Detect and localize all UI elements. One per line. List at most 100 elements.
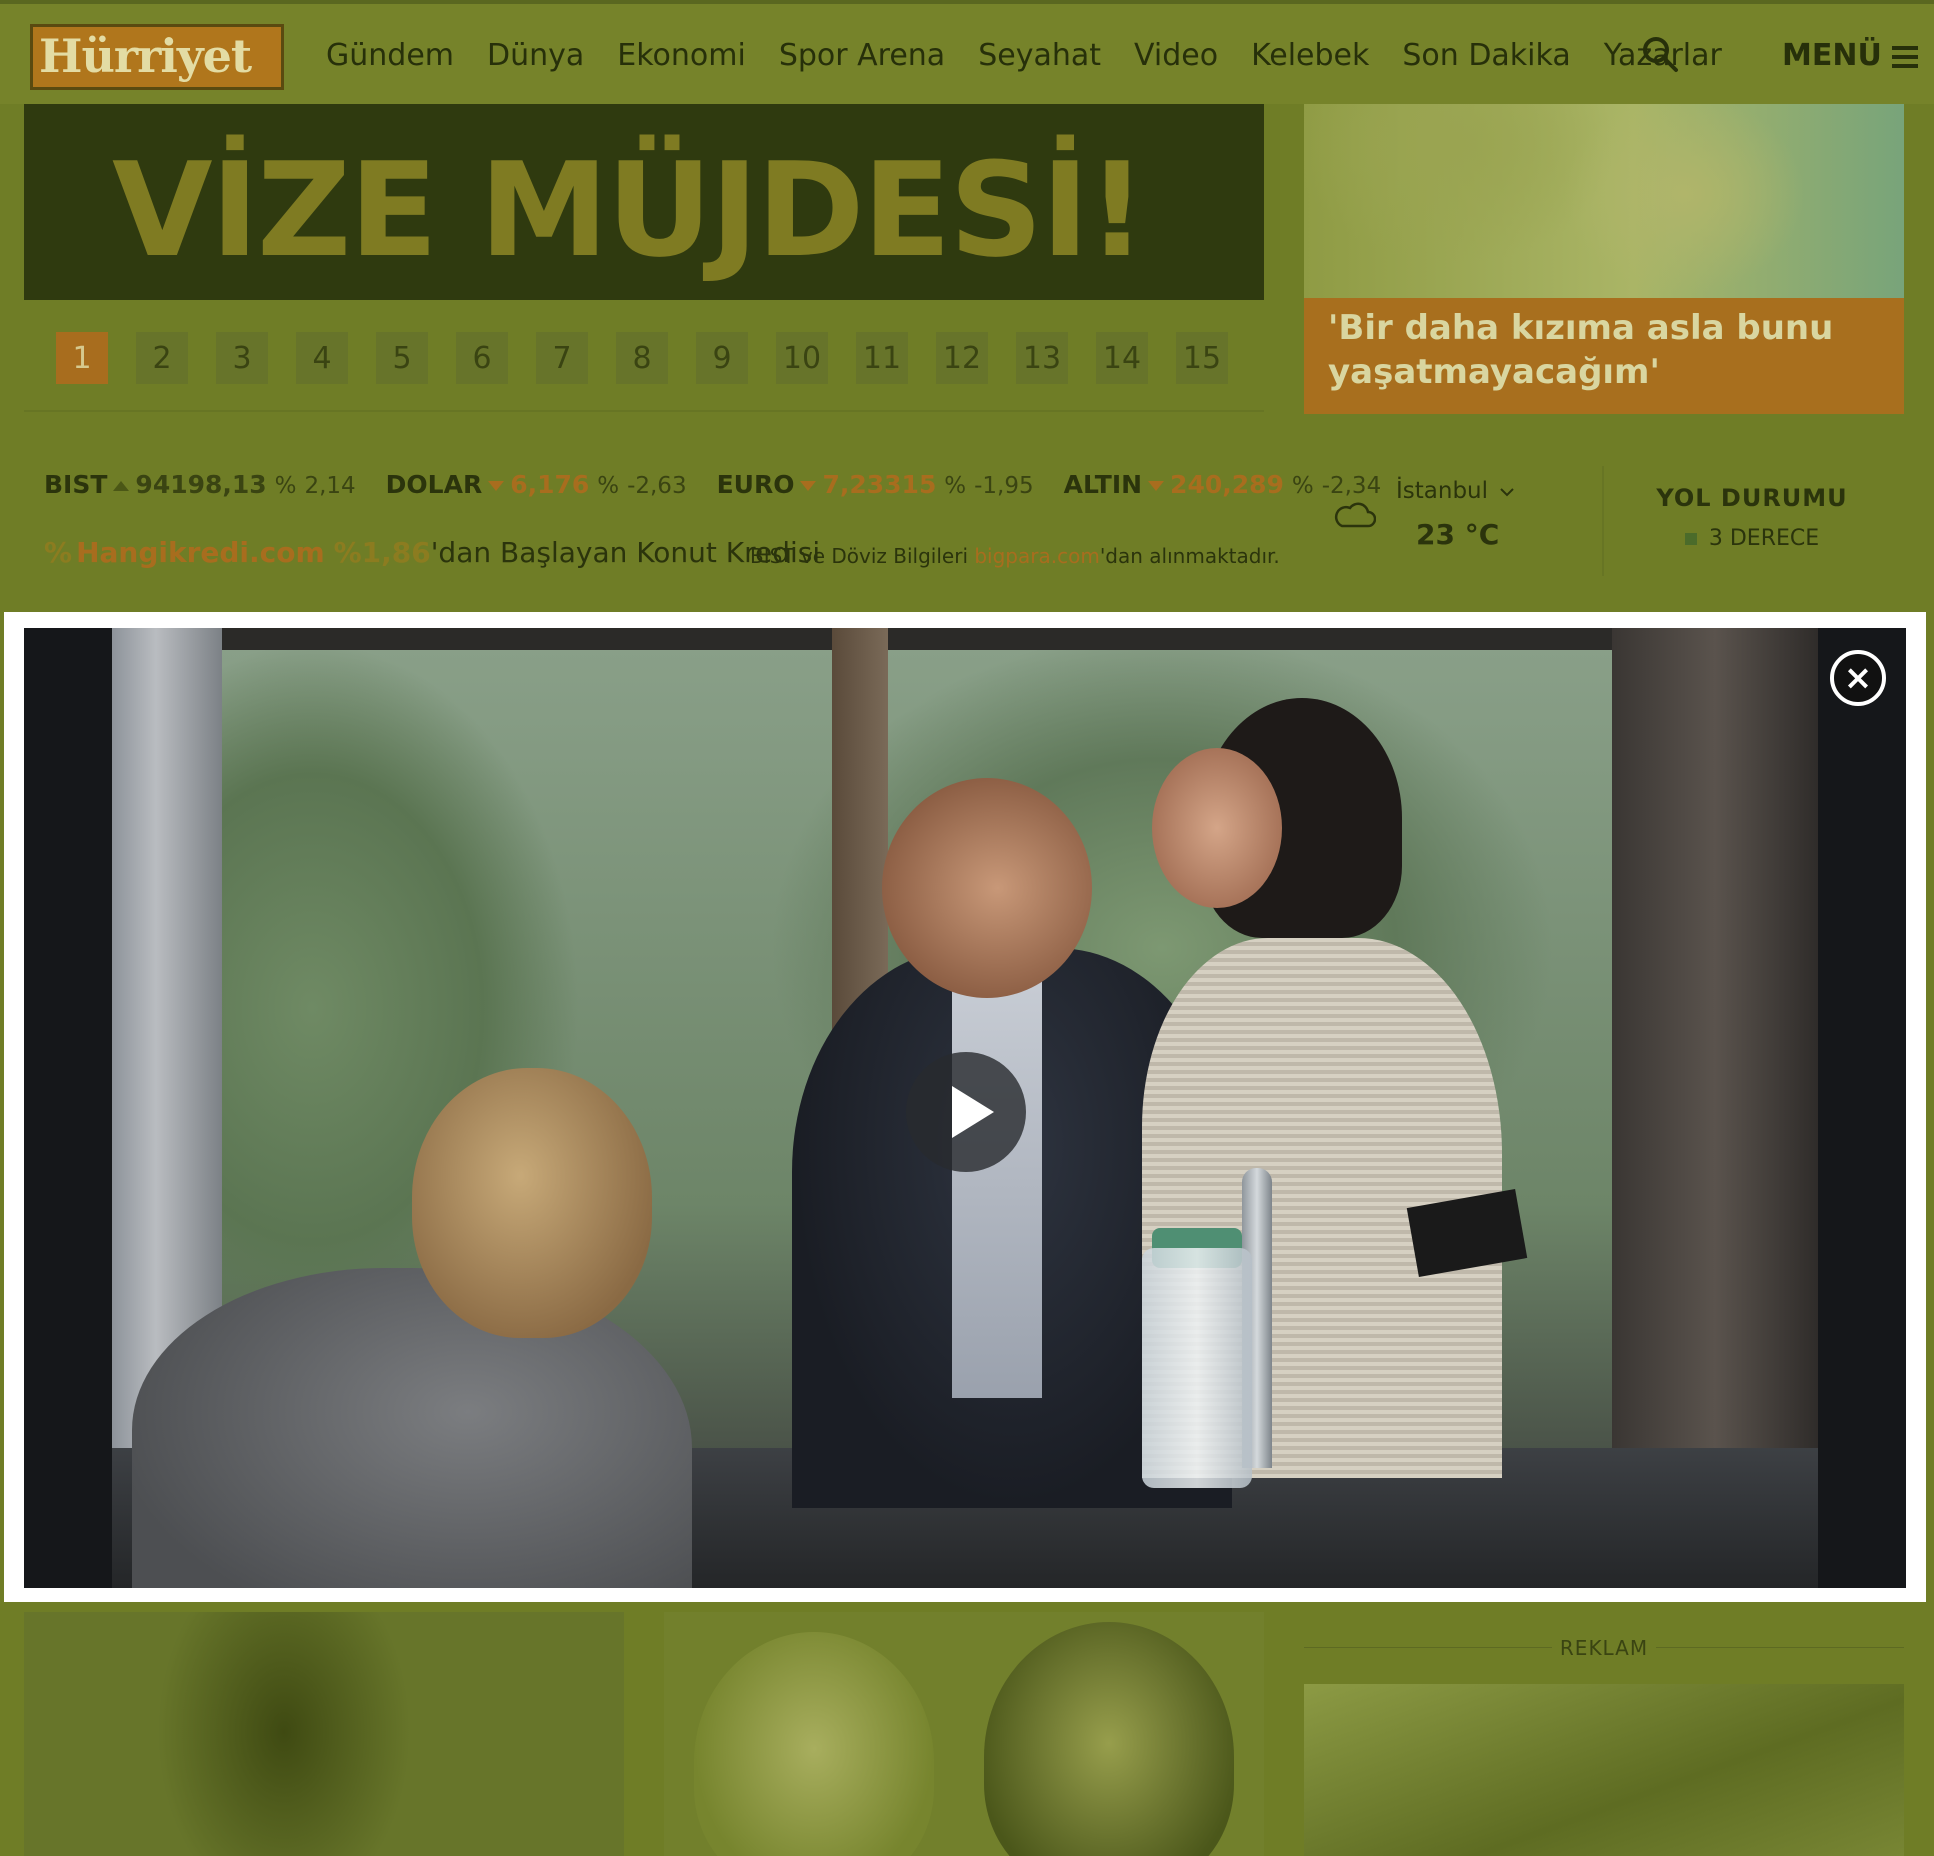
weather-widget[interactable]: İstanbul 23 °C (1304, 466, 1604, 576)
nav-item-gundem[interactable]: Gündem (326, 38, 454, 73)
side-promo-card[interactable]: 'Bir daha kızıma asla bunu yaşatmayacağı… (1304, 104, 1904, 414)
chevron-down-icon (1500, 487, 1515, 496)
video-modal: × (4, 612, 1926, 1602)
credit-rate: %1,86 (333, 536, 431, 569)
page-button-11[interactable]: 11 (856, 332, 908, 384)
close-icon[interactable]: × (1830, 650, 1886, 706)
data-source-note: BIST ve Döviz Bilgileri bigpara.com'dan … (750, 544, 1280, 568)
page-button-1[interactable]: 1 (56, 332, 108, 384)
figure-body (132, 1268, 692, 1588)
market-name: EURO (716, 470, 795, 499)
headline-pagination: 1 2 3 4 5 6 7 8 9 10 11 12 13 14 15 (56, 332, 1228, 384)
nav-item-kelebek[interactable]: Kelebek (1251, 38, 1369, 73)
cloud-icon (1334, 502, 1376, 528)
market-name: ALTIN (1063, 470, 1143, 499)
figure-head (412, 1068, 652, 1338)
menu-button[interactable]: MENÜ (1782, 38, 1918, 73)
hamburger-icon (1891, 45, 1918, 68)
page-button-7[interactable]: 7 (536, 332, 588, 384)
weather-city: İstanbul (1396, 478, 1489, 504)
market-pct: -2,63 (627, 473, 687, 499)
main-nav: Gündem Dünya Ekonomi Spor Arena Seyahat … (326, 38, 1722, 73)
site-header: Hürriyet Gündem Dünya Ekonomi Spor Arena… (0, 0, 1934, 104)
divider (1602, 466, 1604, 576)
page-button-6[interactable]: 6 (456, 332, 508, 384)
weather-city-select[interactable]: İstanbul (1396, 478, 1515, 504)
market-ticker: BIST 94198,13 % 2,14 DOLAR 6,176 % -2,63 E… (44, 470, 1381, 499)
play-button[interactable] (906, 1052, 1026, 1172)
source-link[interactable]: bigpara.com (974, 544, 1099, 568)
page-button-13[interactable]: 13 (1016, 332, 1068, 384)
ad-banner[interactable] (1304, 1684, 1904, 1856)
arrow-up-icon (113, 481, 130, 491)
logo-text: Hürriyet (39, 29, 252, 83)
credit-brand: Hangikredi.com (76, 536, 325, 569)
figure-head (1152, 748, 1282, 908)
market-pct-sign: % (274, 473, 297, 499)
market-pct: -1,95 (974, 473, 1034, 499)
headline-text: VİZE MÜJDESİ! (112, 134, 1147, 286)
video-person-boy (132, 1068, 752, 1588)
play-icon (952, 1086, 994, 1138)
market-value: 7,23315 (822, 470, 937, 499)
page-button-15[interactable]: 15 (1176, 332, 1228, 384)
news-card-1[interactable] (24, 1612, 624, 1856)
arrow-down-icon (1148, 481, 1165, 491)
market-dolar[interactable]: DOLAR 6,176 % -2,63 (386, 470, 687, 499)
divider (24, 410, 1264, 412)
nav-item-video[interactable]: Video (1134, 38, 1218, 73)
window-frame (212, 628, 1692, 650)
nav-item-ekonomi[interactable]: Ekonomi (617, 38, 746, 73)
market-name: DOLAR (385, 470, 483, 499)
hangikredi-logo-icon: % (44, 536, 73, 569)
market-name: BIST (44, 470, 108, 499)
market-value: 240,289 (1170, 470, 1284, 499)
video-player[interactable]: × (24, 628, 1906, 1588)
menu-label: MENÜ (1782, 38, 1882, 73)
figure-head (882, 778, 1092, 998)
page-button-3[interactable]: 3 (216, 332, 268, 384)
market-pct-sign: % (597, 473, 620, 499)
market-pct: 2,14 (304, 473, 356, 499)
page-button-14[interactable]: 14 (1096, 332, 1148, 384)
nav-item-dunya[interactable]: Dünya (487, 38, 584, 73)
market-bist[interactable]: BIST 94198,13 % 2,14 (44, 470, 356, 499)
market-euro[interactable]: EURO 7,23315 % -1,95 (717, 470, 1034, 499)
news-card-image (984, 1622, 1234, 1856)
page-button-10[interactable]: 10 (776, 332, 828, 384)
weather-temp: 23 °C (1416, 518, 1500, 551)
figure-shirt (952, 978, 1042, 1398)
nav-item-seyahat[interactable]: Seyahat (978, 38, 1101, 73)
search-icon[interactable] (1640, 34, 1680, 74)
page-button-2[interactable]: 2 (136, 332, 188, 384)
news-card-image (694, 1632, 934, 1856)
page-button-9[interactable]: 9 (696, 332, 748, 384)
kitchen-cabinet (1612, 628, 1818, 1588)
promo-caption-box: 'Bir daha kızıma asla bunu yaşatmayacağı… (1304, 298, 1904, 414)
ad-label-text: REKLAM (1551, 1636, 1657, 1660)
promo-caption: 'Bir daha kızıma asla bunu yaşatmayacağı… (1328, 308, 1834, 392)
news-card-2[interactable] (664, 1612, 1264, 1856)
source-suffix: 'dan alınmaktadır. (1099, 544, 1280, 568)
arrow-down-icon (800, 481, 817, 491)
news-card-image (84, 1612, 504, 1856)
road-title: YOL DURUMU (1656, 484, 1848, 512)
road-status: 3 DERECE (1708, 526, 1820, 551)
road-status-widget[interactable]: YOL DURUMU 3 DERECE (1622, 484, 1882, 551)
page-button-4[interactable]: 4 (296, 332, 348, 384)
site-logo[interactable]: Hürriyet (30, 24, 284, 90)
nav-item-son-dakika[interactable]: Son Dakika (1402, 38, 1570, 73)
market-value: 6,176 (510, 470, 590, 499)
arrow-down-icon (488, 481, 505, 491)
glass-jar (1142, 1248, 1252, 1488)
promo-image (1304, 104, 1904, 298)
page-button-8[interactable]: 8 (616, 332, 668, 384)
market-pct-sign: % (944, 473, 967, 499)
page-button-5[interactable]: 5 (376, 332, 428, 384)
nav-item-spor-arena[interactable]: Spor Arena (779, 38, 945, 73)
ad-label: REKLAM (1304, 1636, 1904, 1660)
source-prefix: BIST ve Döviz Bilgileri (750, 544, 975, 568)
credit-ad-link[interactable]: % Hangikredi.com %1,86'dan Başlayan Konut… (44, 536, 820, 569)
headline-banner[interactable]: VİZE MÜJDESİ! (24, 104, 1264, 300)
page-button-12[interactable]: 12 (936, 332, 988, 384)
